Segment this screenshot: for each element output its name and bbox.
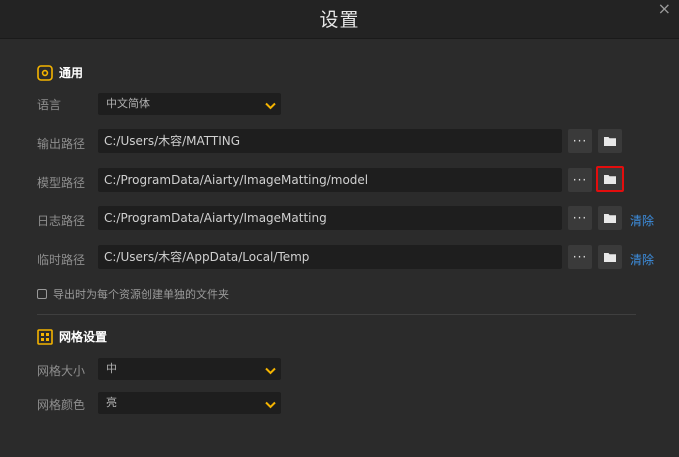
separate-folder-label: 导出时为每个资源创建单独的文件夹 [53, 288, 229, 301]
window-title: 设置 [319, 9, 360, 31]
grid-color-select-value: 亮 [106, 396, 117, 409]
close-button[interactable]: × [658, 0, 671, 18]
grid-size-label: 网格大小 [37, 364, 86, 378]
model-path-label: 模型路径 [37, 176, 86, 190]
section-divider [37, 314, 636, 315]
model-path-folder-button[interactable] [596, 166, 624, 192]
output-path-label: 输出路径 [37, 137, 86, 151]
chevron-down-icon [264, 397, 277, 409]
log-path-folder-button[interactable] [598, 206, 622, 230]
temp-path-clear-link[interactable]: 清除 [630, 251, 654, 268]
grid-size-select-value: 中 [106, 362, 117, 375]
temp-path-label: 临时路径 [37, 253, 86, 267]
output-path-folder-button[interactable] [598, 129, 622, 153]
temp-path-more-button[interactable]: ··· [568, 245, 592, 269]
temp-path-field[interactable]: C:/Users/木容/AppData/Local/Temp [98, 245, 562, 269]
grid-color-select[interactable]: 亮 [98, 392, 281, 414]
folder-icon [604, 253, 616, 262]
model-path-more-button[interactable]: ··· [568, 168, 592, 192]
section-grid-title: 网格设置 [59, 330, 108, 344]
folder-icon [604, 214, 616, 223]
separate-folder-option[interactable]: 导出时为每个资源创建单独的文件夹 [37, 286, 229, 302]
chevron-down-icon [264, 363, 277, 375]
language-select[interactable]: 中文简体 [98, 93, 281, 115]
folder-icon [604, 137, 616, 146]
temp-path-folder-button[interactable] [598, 245, 622, 269]
section-general-heading: 通用 [37, 64, 83, 81]
title-bar: 设置 × [0, 0, 679, 39]
output-path-more-button[interactable]: ··· [568, 129, 592, 153]
folder-icon [604, 175, 616, 184]
grid-size-select[interactable]: 中 [98, 358, 281, 380]
log-path-label: 日志路径 [37, 214, 86, 228]
log-path-clear-link[interactable]: 清除 [630, 212, 654, 229]
output-path-field[interactable]: C:/Users/木容/MATTING [98, 129, 562, 153]
chevron-down-icon [264, 98, 277, 110]
separate-folder-checkbox[interactable] [37, 289, 47, 299]
log-path-more-button[interactable]: ··· [568, 206, 592, 230]
log-path-field[interactable]: C:/ProgramData/Aiarty/ImageMatting [98, 206, 562, 230]
grid-color-label: 网格颜色 [37, 398, 86, 412]
section-general-title: 通用 [59, 66, 84, 80]
language-select-value: 中文简体 [106, 97, 150, 110]
grid-icon [37, 328, 53, 345]
model-path-field[interactable]: C:/ProgramData/Aiarty/ImageMatting/model [98, 168, 562, 192]
section-grid-heading: 网格设置 [37, 328, 107, 345]
language-label: 语言 [37, 98, 62, 112]
gear-icon [37, 64, 53, 81]
